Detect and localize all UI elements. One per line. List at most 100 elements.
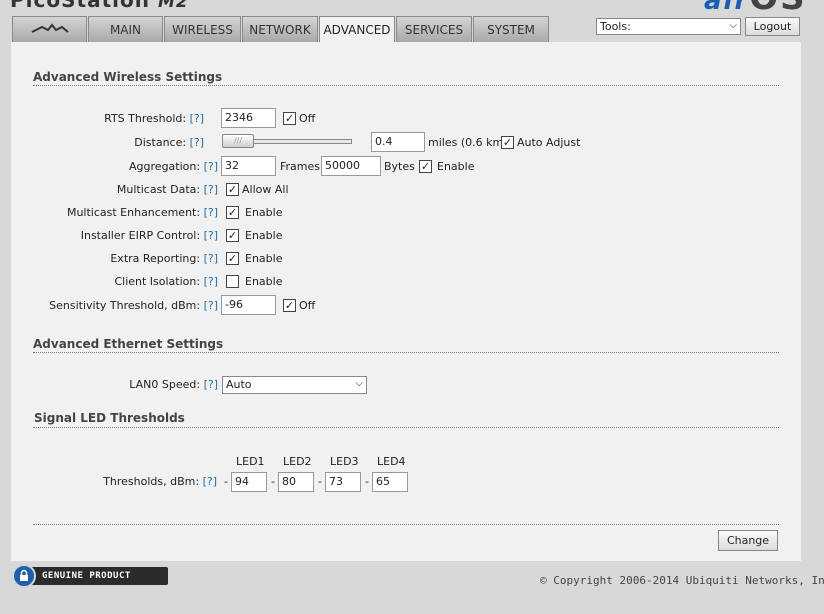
led1-threshold-input[interactable]: 94 (231, 472, 267, 492)
bottom-divider (33, 524, 779, 525)
wireless-section-title: Advanced Wireless Settings (33, 70, 223, 84)
auto-adjust-checkbox[interactable]: ✓ (501, 136, 514, 149)
aggregation-enable-label: Enable (437, 160, 475, 173)
aggregation-label: Aggregation: [?] (40, 160, 218, 173)
tools-select-value: Tools: (600, 20, 631, 33)
thresholds-label-text: Thresholds, dBm: (103, 475, 200, 488)
ubiquiti-logo-icon (31, 23, 69, 33)
wireless-section-divider (33, 85, 779, 86)
multicast-enhancement-option: Enable (245, 206, 283, 219)
help-link[interactable]: [?] (204, 275, 218, 288)
rts-threshold-input[interactable]: 2346 (221, 108, 276, 128)
client-isolation-label-text: Client Isolation: (114, 275, 201, 288)
extra-reporting-label-text: Extra Reporting: (110, 252, 201, 265)
tab-system[interactable]: SYSTEM (473, 16, 549, 42)
tab-network[interactable]: NETWORK (242, 16, 318, 42)
brand-model: M2 (157, 0, 189, 12)
multicast-enhancement-label: Multicast Enhancement: [?] (40, 206, 218, 219)
sensitivity-threshold-input[interactable]: -96 (221, 295, 276, 315)
device-brand: PicoStation M2 (10, 0, 189, 12)
lan0-speed-label-text: LAN0 Speed: (129, 378, 201, 391)
rts-threshold-label: RTS Threshold: [?] (40, 112, 204, 125)
chevron-down-icon: ⌵ (355, 378, 363, 389)
extra-reporting-checkbox[interactable]: ✓ (226, 252, 239, 265)
lock-icon (12, 564, 36, 588)
sensitivity-off-checkbox[interactable]: ✓ (283, 299, 296, 312)
change-button[interactable]: Change (718, 530, 778, 551)
tab-ubiquiti-logo[interactable] (12, 16, 87, 42)
led4-sign: - (365, 475, 369, 488)
brand-name: PicoStation (10, 0, 150, 12)
led2-threshold-input[interactable]: 80 (278, 472, 314, 492)
ethernet-section-divider (33, 352, 779, 353)
help-link[interactable]: [?] (204, 378, 218, 391)
led3-sign: - (318, 475, 322, 488)
chevron-down-icon: ⌵ (729, 20, 737, 31)
frames-label: Frames (280, 160, 321, 173)
padlock-glyph (20, 569, 28, 581)
genuine-product-text: GENUINE PRODUCT (20, 567, 168, 585)
led1-sign: - (224, 475, 228, 488)
multicast-data-checkbox[interactable]: ✓ (226, 183, 239, 196)
tab-wireless[interactable]: WIRELESS (164, 16, 241, 42)
help-link[interactable]: [?] (203, 475, 217, 488)
client-isolation-option: Enable (245, 275, 283, 288)
led2-sign: - (271, 475, 275, 488)
distance-label: Distance: [?] (40, 136, 204, 149)
logout-button[interactable]: Logout (745, 17, 800, 36)
aggregation-label-text: Aggregation: (129, 160, 201, 173)
help-link[interactable]: [?] (204, 206, 218, 219)
help-link[interactable]: [?] (190, 112, 204, 125)
thresholds-label: Thresholds, dBm: [?] (40, 475, 217, 488)
help-link[interactable]: [?] (204, 252, 218, 265)
distance-input[interactable]: 0.4 (371, 132, 425, 152)
installer-eirp-label-text: Installer EIRP Control: (80, 229, 201, 242)
tab-main[interactable]: MAIN (88, 16, 163, 42)
airos-logo: airOS (704, 0, 807, 18)
multicast-enhancement-label-text: Multicast Enhancement: (66, 206, 201, 219)
auto-adjust-label: Auto Adjust (517, 136, 581, 149)
aggregation-frames-input[interactable]: 32 (221, 156, 276, 176)
tab-advanced[interactable]: ADVANCED (319, 16, 395, 42)
aggregation-bytes-input[interactable]: 50000 (321, 156, 381, 176)
distance-slider-handle[interactable]: /// (222, 134, 254, 148)
client-isolation-label: Client Isolation: [?] (40, 275, 218, 288)
tab-services[interactable]: SERVICES (396, 16, 472, 42)
client-isolation-checkbox[interactable] (226, 275, 239, 288)
bytes-label: Bytes (384, 160, 415, 173)
lan0-speed-value: Auto (226, 378, 252, 391)
airos-logo-os: OS (749, 0, 806, 18)
rts-off-label: Off (299, 112, 316, 125)
airos-logo-air: air (704, 0, 750, 16)
led1-header: LED1 (236, 455, 265, 468)
sensitivity-threshold-label: Sensitivity Threshold, dBm: [?] (40, 299, 218, 312)
led4-header: LED4 (377, 455, 406, 468)
lan0-speed-select[interactable]: Auto ⌵ (222, 376, 367, 394)
extra-reporting-label: Extra Reporting: [?] (40, 252, 218, 265)
multicast-data-label-text: Multicast Data: (116, 183, 201, 196)
installer-eirp-checkbox[interactable]: ✓ (226, 229, 239, 242)
help-link[interactable]: [?] (204, 229, 218, 242)
multicast-enhancement-checkbox[interactable]: ✓ (226, 206, 239, 219)
led4-threshold-input[interactable]: 65 (372, 472, 408, 492)
distance-label-text: Distance: (134, 136, 187, 149)
genuine-product-badge: GENUINE PRODUCT (12, 564, 168, 588)
help-link[interactable]: [?] (204, 299, 218, 312)
multicast-data-label: Multicast Data: [?] (40, 183, 218, 196)
help-link[interactable]: [?] (204, 183, 218, 196)
tools-select[interactable]: Tools: ⌵ (596, 18, 741, 35)
top-bar: PicoStation M2 airOS MAIN WIRELESS NETWO… (0, 0, 824, 42)
ethernet-section-title: Advanced Ethernet Settings (33, 337, 224, 351)
sensitivity-threshold-label-text: Sensitivity Threshold, dBm: (49, 299, 201, 312)
extra-reporting-option: Enable (245, 252, 283, 265)
distance-unit: miles (0.6 km) (428, 136, 508, 149)
aggregation-enable-checkbox[interactable]: ✓ (419, 160, 432, 173)
led3-header: LED3 (330, 455, 359, 468)
rts-threshold-label-text: RTS Threshold: (104, 112, 187, 125)
help-link[interactable]: [?] (190, 136, 204, 149)
led3-threshold-input[interactable]: 73 (325, 472, 361, 492)
led-section-divider (33, 427, 779, 428)
help-link[interactable]: [?] (204, 160, 218, 173)
installer-eirp-label: Installer EIRP Control: [?] (40, 229, 218, 242)
rts-off-checkbox[interactable]: ✓ (283, 112, 296, 125)
